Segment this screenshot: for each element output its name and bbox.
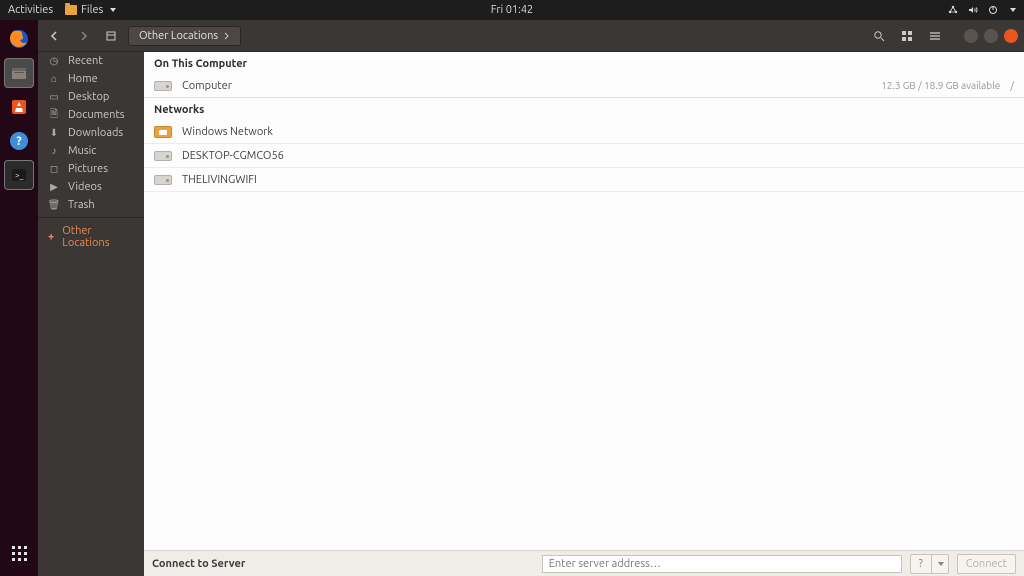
- app-menu[interactable]: Files: [65, 4, 116, 16]
- clock[interactable]: Fri 01:42: [491, 4, 533, 16]
- sidebar-item-documents[interactable]: 🗎Documents: [38, 106, 144, 124]
- document-icon: 🗎: [48, 109, 60, 121]
- download-icon: ⬇: [48, 127, 60, 139]
- headerbar: Other Locations: [38, 20, 1024, 52]
- window-maximize[interactable]: [984, 29, 998, 43]
- server-icon: [154, 149, 172, 163]
- gnome-topbar: Activities Files Fri 01:42: [0, 0, 1024, 20]
- system-status-area[interactable]: [947, 4, 1016, 16]
- launcher-files[interactable]: [4, 58, 34, 88]
- app-menu-label: Files: [81, 4, 103, 16]
- connect-button[interactable]: Connect: [957, 554, 1016, 574]
- chevron-right-icon: [224, 32, 230, 40]
- video-icon: ▶: [48, 181, 60, 193]
- network-icon: [947, 4, 959, 16]
- location-bar[interactable]: Other Locations: [128, 26, 241, 46]
- connect-to-server-bar: Connect to Server ? Connect: [144, 550, 1024, 576]
- server-help-button[interactable]: ?: [910, 554, 932, 574]
- launcher-dock: ? >_: [0, 20, 38, 576]
- home-icon: ⌂: [48, 73, 60, 85]
- location-row-network[interactable]: Windows Network: [144, 120, 1024, 144]
- sidebar-item-desktop[interactable]: ▭Desktop: [38, 88, 144, 106]
- server-recent-button[interactable]: [932, 554, 949, 574]
- row-mount: /: [1010, 80, 1014, 91]
- path-toggle-button[interactable]: [100, 25, 122, 47]
- section-on-this-computer: On This Computer: [144, 52, 1024, 74]
- sidebar-item-home[interactable]: ⌂Home: [38, 70, 144, 88]
- hamburger-button[interactable]: [924, 25, 946, 47]
- files-icon: [65, 5, 77, 15]
- server-icon: [154, 173, 172, 187]
- location-row-network[interactable]: THELIVINGWIFI: [144, 168, 1024, 192]
- connect-label: Connect to Server: [152, 558, 245, 570]
- grid-icon: [12, 546, 27, 561]
- sidebar-item-videos[interactable]: ▶Videos: [38, 178, 144, 196]
- row-label: THELIVINGWIFI: [182, 174, 257, 186]
- svg-text:>_: >_: [15, 171, 24, 180]
- sidebar-item-music[interactable]: ♪Music: [38, 142, 144, 160]
- location-row-network[interactable]: DESKTOP-CGMCO56: [144, 144, 1024, 168]
- volume-icon: [967, 4, 979, 16]
- chevron-down-icon: [110, 8, 116, 12]
- location-label: Other Locations: [139, 30, 218, 42]
- window-close[interactable]: [1004, 29, 1018, 43]
- chevron-down-icon: [938, 562, 944, 566]
- server-address-input[interactable]: [542, 555, 902, 573]
- window-minimize[interactable]: [964, 29, 978, 43]
- music-icon: ♪: [48, 145, 60, 157]
- sidebar-item-recent[interactable]: ◷Recent: [38, 52, 144, 70]
- launcher-terminal[interactable]: >_: [4, 160, 34, 190]
- location-row-computer[interactable]: Computer 12.3 GB / 18.9 GB available /: [144, 74, 1024, 98]
- search-button[interactable]: [868, 25, 890, 47]
- places-sidebar: ◷Recent ⌂Home ▭Desktop 🗎Documents ⬇Downl…: [38, 52, 144, 576]
- files-window: Other Locations ◷Recent ⌂Home ▭Desktop 🗎…: [38, 20, 1024, 576]
- sidebar-item-trash[interactable]: 🗑Trash: [38, 196, 144, 214]
- plus-icon: +: [48, 231, 54, 243]
- camera-icon: ◻: [48, 163, 60, 175]
- launcher-firefox[interactable]: [4, 24, 34, 54]
- desktop-icon: ▭: [48, 91, 60, 103]
- sidebar-item-other-locations[interactable]: + Other Locations: [38, 221, 144, 253]
- svg-text:?: ?: [16, 135, 21, 148]
- clock-icon: ◷: [48, 55, 60, 67]
- sidebar-item-downloads[interactable]: ⬇Downloads: [38, 124, 144, 142]
- row-label: DESKTOP-CGMCO56: [182, 150, 284, 162]
- view-grid-button[interactable]: [896, 25, 918, 47]
- launcher-show-apps[interactable]: [4, 538, 34, 568]
- launcher-help[interactable]: ?: [4, 126, 34, 156]
- sidebar-item-pictures[interactable]: ◻Pictures: [38, 160, 144, 178]
- power-icon: [987, 4, 999, 16]
- forward-button[interactable]: [72, 25, 94, 47]
- sidebar-separator: [38, 217, 144, 218]
- trash-icon: 🗑: [48, 199, 60, 211]
- activities-button[interactable]: Activities: [8, 4, 53, 16]
- chevron-down-icon: [1010, 8, 1016, 12]
- row-usage: 12.3 GB / 18.9 GB available: [881, 80, 1000, 91]
- main-content: On This Computer Computer 12.3 GB / 18.9…: [144, 52, 1024, 576]
- row-label: Windows Network: [182, 126, 273, 138]
- row-label: Computer: [182, 80, 232, 92]
- drive-icon: [154, 79, 172, 93]
- launcher-software[interactable]: [4, 92, 34, 122]
- network-folder-icon: [154, 125, 172, 139]
- section-networks: Networks: [144, 98, 1024, 120]
- back-button[interactable]: [44, 25, 66, 47]
